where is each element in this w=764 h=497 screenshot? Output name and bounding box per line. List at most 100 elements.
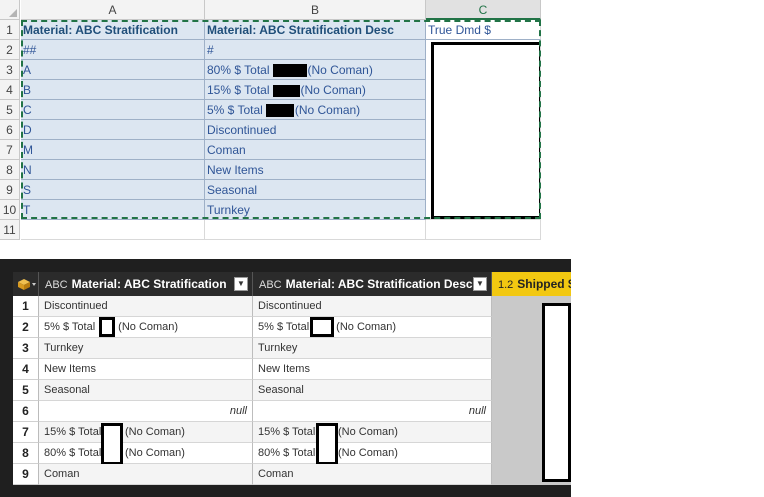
cell-b10[interactable]: Turnkey: [205, 200, 426, 220]
table-cell[interactable]: New Items: [39, 359, 253, 380]
table-cell[interactable]: Discontinued: [253, 296, 492, 317]
row-header[interactable]: 4: [0, 80, 20, 100]
column-header-shipped[interactable]: 1.2 Shipped $: [492, 272, 571, 296]
cell-text-suffix: (No Coman): [118, 321, 179, 333]
cell-text: #: [207, 43, 214, 57]
table-cell-null[interactable]: null: [39, 401, 253, 422]
cell-a9[interactable]: S: [21, 180, 205, 200]
column-title: Material: ABC Stratification Desc: [285, 277, 473, 291]
cell-text-suffix: (No Coman): [125, 447, 185, 459]
redaction-block: [431, 42, 540, 219]
cell-b7[interactable]: Coman: [205, 140, 426, 160]
table-cell[interactable]: Turnkey: [39, 338, 253, 359]
table-cell[interactable]: Coman: [253, 464, 492, 485]
cell-text-suffix: (No Coman): [338, 426, 398, 438]
select-all-corner[interactable]: [0, 0, 20, 20]
table-cell[interactable]: 15% $ Total (No Coman): [39, 422, 253, 443]
row-number[interactable]: 2: [13, 317, 39, 338]
table-cell[interactable]: 5% $ Total (No Coman): [39, 317, 253, 338]
column-title: Shipped $: [517, 277, 571, 291]
column-header-b[interactable]: B: [205, 0, 426, 20]
row-header[interactable]: 1: [0, 20, 20, 40]
table-cell[interactable]: 80% $ Total (No Coman): [253, 443, 492, 464]
cell-text: 5% $ Total: [258, 321, 310, 333]
row-number[interactable]: 9: [13, 464, 39, 485]
redaction-block: [542, 303, 571, 482]
redaction-block: [272, 84, 300, 97]
cell-a10[interactable]: T: [21, 200, 205, 220]
row-header[interactable]: 6: [0, 120, 20, 140]
row-header[interactable]: 7: [0, 140, 20, 160]
column-header-abc-stratification-desc[interactable]: ABC Material: ABC Stratification Desc ▼: [253, 272, 492, 296]
text-type-icon[interactable]: ABC: [45, 279, 68, 291]
table-cell[interactable]: Turnkey: [253, 338, 492, 359]
cell-a1[interactable]: Material: ABC Stratification: [21, 20, 205, 40]
cell-text: 5% $ Total: [44, 321, 96, 333]
cell-c1[interactable]: True Dmd $: [426, 20, 541, 40]
table-menu-button[interactable]: [13, 272, 39, 296]
cell-b4[interactable]: 15% $ Total (No Coman): [205, 80, 426, 100]
row-header[interactable]: 9: [0, 180, 20, 200]
filter-dropdown-icon[interactable]: ▼: [473, 277, 487, 291]
row-number[interactable]: 5: [13, 380, 39, 401]
table-cell[interactable]: Discontinued: [39, 296, 253, 317]
table-cell[interactable]: Coman: [39, 464, 253, 485]
cell-text: 80% $ Total: [207, 63, 270, 77]
column-header-a[interactable]: A: [21, 0, 205, 20]
cell-a5[interactable]: C: [21, 100, 205, 120]
cell-b9[interactable]: Seasonal: [205, 180, 426, 200]
cell-text: 15% $ Total: [258, 426, 316, 438]
column-header-c[interactable]: C: [426, 0, 541, 20]
row-number[interactable]: 1: [13, 296, 39, 317]
cell-a2[interactable]: ##: [21, 40, 205, 60]
table-cell[interactable]: Seasonal: [253, 380, 492, 401]
cell-text-suffix: (No Coman): [125, 426, 185, 438]
table-cell[interactable]: Seasonal: [39, 380, 253, 401]
row-header[interactable]: 5: [0, 100, 20, 120]
cell-text: 5% $ Total: [207, 103, 263, 117]
redaction-block: [316, 423, 338, 465]
cell-text: 15% $ Total: [44, 426, 102, 438]
text-type-icon[interactable]: ABC: [259, 279, 282, 291]
cell-a8[interactable]: N: [21, 160, 205, 180]
cell-a11[interactable]: [21, 220, 205, 240]
shipped-values[interactable]: [492, 296, 571, 485]
row-header[interactable]: 3: [0, 60, 20, 80]
redaction-block: [99, 317, 116, 337]
row-header[interactable]: 10: [0, 200, 20, 220]
table-cell[interactable]: New Items: [253, 359, 492, 380]
cell-text-suffix: (No Coman): [294, 103, 361, 117]
row-header[interactable]: 8: [0, 160, 20, 180]
table-cell[interactable]: 80% $ Total (No Coman): [39, 443, 253, 464]
cell-a4[interactable]: B: [21, 80, 205, 100]
cell-b6[interactable]: Discontinued: [205, 120, 426, 140]
filter-dropdown-icon[interactable]: ▼: [234, 277, 248, 291]
cell-b8[interactable]: New Items: [205, 160, 426, 180]
row-number[interactable]: 6: [13, 401, 39, 422]
cell-b2[interactable]: #: [205, 40, 426, 60]
cell-c11[interactable]: [426, 220, 541, 240]
cell-a3[interactable]: A: [21, 60, 205, 80]
column-header-abc-stratification[interactable]: ABC Material: ABC Stratification ▼: [39, 272, 253, 296]
decimal-type-icon[interactable]: 1.2: [498, 279, 513, 291]
cell-b5[interactable]: 5% $ Total (No Coman): [205, 100, 426, 120]
row-number[interactable]: 4: [13, 359, 39, 380]
row-number[interactable]: 8: [13, 443, 39, 464]
table-cell[interactable]: 15% $ Total (No Coman): [253, 422, 492, 443]
table-cell[interactable]: 5% $ Total (No Coman): [253, 317, 492, 338]
cell-a6[interactable]: D: [21, 120, 205, 140]
table-cell-null[interactable]: null: [253, 401, 492, 422]
row-number[interactable]: 7: [13, 422, 39, 443]
cell-b3[interactable]: 80% $ Total (No Coman): [205, 60, 426, 80]
column-c-values[interactable]: [426, 40, 541, 220]
column-title: Material: ABC Stratification: [71, 277, 227, 291]
cell-text: 80% $ Total: [44, 447, 102, 459]
redaction-block: [101, 423, 123, 465]
row-number[interactable]: 3: [13, 338, 39, 359]
cell-a7[interactable]: M: [21, 140, 205, 160]
cell-text: 15% $ Total: [207, 83, 270, 97]
cell-b11[interactable]: [205, 220, 426, 240]
row-header[interactable]: 2: [0, 40, 20, 60]
cell-b1[interactable]: Material: ABC Stratification Desc: [205, 20, 426, 40]
row-header[interactable]: 11: [0, 220, 20, 240]
